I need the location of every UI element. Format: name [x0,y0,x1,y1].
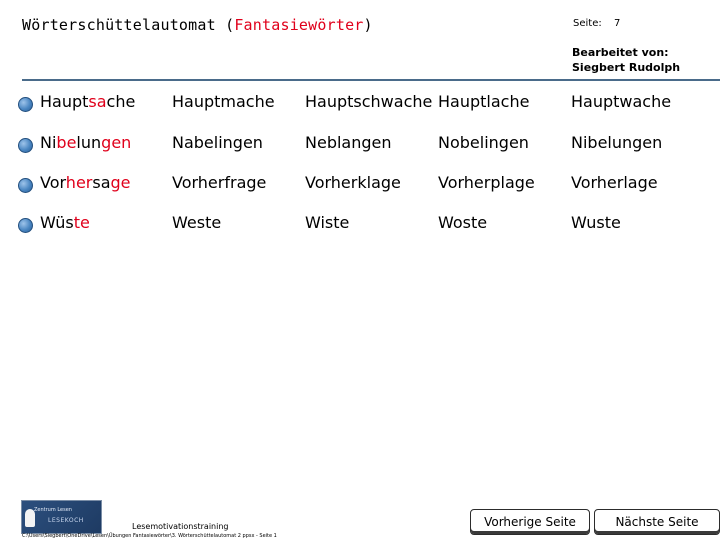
variant-word: Hauptwache [571,92,672,111]
logo-line2: LESEKOCH [48,517,84,524]
word-highlight: sa [88,92,107,111]
variant-word: Nabelingen [172,133,263,152]
word-part: sa [92,173,111,192]
editor-credit: Bearbeitet von: Siegbert Rudolph [572,45,680,75]
word-highlight: ge [110,173,131,192]
variant-word: Vorherklage [305,173,401,192]
title-highlight: Fantasiewörter [234,16,364,34]
bullet-icon [18,178,33,193]
variant-word: Wiste [305,213,350,232]
word-row: Hauptsache Hauptmache Hauptschwache Haup… [0,92,720,116]
variant-word: Woste [438,213,488,232]
logo-line1: Zentrum Lesen [34,507,72,513]
variant-word: Neblangen [305,133,392,152]
title-suffix: ) [363,16,373,34]
word-highlight: be [56,133,77,152]
word-highlight: te [73,213,90,232]
source-word: Nibelungen [40,133,131,152]
word-row: Wüste Weste Wiste Woste Wuste [0,213,720,237]
title-text: Wörterschüttelautomat ( [22,16,235,34]
variant-word: Vorherplage [438,173,535,192]
variant-word: Nobelingen [438,133,529,152]
word-highlight: gen [101,133,132,152]
word-row: Nibelungen Nabelingen Neblangen Nobeling… [0,133,720,157]
bullet-icon [18,97,33,112]
variant-word: Vorherfrage [172,173,267,192]
word-part: lun [76,133,102,152]
variant-word: Wuste [571,213,621,232]
logo: Zentrum Lesen LESEKOCH [21,500,102,534]
source-word: Hauptsache [40,92,135,111]
next-page-button[interactable]: Nächste Seite [594,509,720,535]
source-word: Wüste [40,213,90,232]
editor-name: Siegbert Rudolph [572,61,681,74]
variant-word: Hauptlache [438,92,530,111]
editor-label: Bearbeitet von: [572,46,669,59]
variant-word: Hauptmache [172,92,275,111]
file-path: C:\Users\Siegbert\OneDrive\Lesen\Übungen… [22,533,277,539]
page-title: Wörterschüttelautomat (Fantasiewörter) [22,16,373,34]
page-number: 7 [614,18,621,29]
variant-word: Hauptschwache [305,92,433,111]
word-part: che [106,92,136,111]
training-label: Lesemotivationstraining [132,522,229,531]
source-word: Vorhersage [40,173,131,192]
variant-word: Nibelungen [571,133,663,152]
previous-page-button[interactable]: Vorherige Seite [470,509,590,535]
word-part: Wüs [40,213,74,232]
header-divider [22,79,720,81]
word-part: Ni [40,133,57,152]
word-row: Vorhersage Vorherfrage Vorherklage Vorhe… [0,173,720,197]
variant-word: Vorherlage [571,173,658,192]
word-highlight: her [65,173,93,192]
bullet-icon [18,218,33,233]
variant-word: Weste [172,213,222,232]
word-part: Haupt [40,92,89,111]
word-part: Vor [40,173,66,192]
page-label: Seite: [573,18,602,29]
bullet-icon [18,138,33,153]
